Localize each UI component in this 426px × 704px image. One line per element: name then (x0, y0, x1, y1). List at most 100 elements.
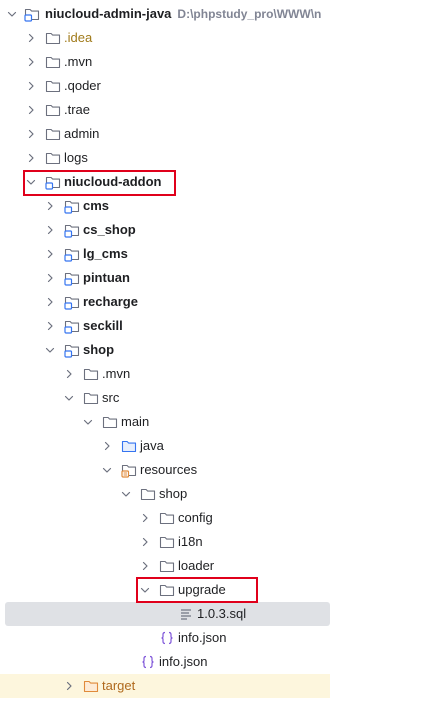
tree-item-root[interactable]: niucloud-admin-java D:\phpstudy_pro\WWW\n (0, 2, 330, 26)
source-folder-icon (121, 438, 137, 454)
module-folder-icon (64, 318, 80, 334)
chevron-down-icon[interactable] (5, 2, 19, 26)
tree-item-mvn[interactable]: .mvn (0, 50, 330, 74)
tree-item-label: java (140, 438, 164, 453)
chevron-right-icon[interactable] (24, 122, 38, 146)
tree-item-upgrade[interactable]: upgrade (0, 578, 330, 602)
chevron-right-icon[interactable] (43, 194, 57, 218)
tree-item-loader[interactable]: loader (0, 554, 330, 578)
tree-item-label: loader (178, 558, 215, 573)
chevron-down-icon[interactable] (119, 482, 133, 506)
chevron-right-icon[interactable] (43, 314, 57, 338)
json-file-icon (159, 630, 175, 646)
chevron-right-icon[interactable] (100, 434, 114, 458)
chevron-right-icon[interactable] (43, 218, 57, 242)
tree-item-res-shop[interactable]: shop (0, 482, 330, 506)
tree-item-lg-cms[interactable]: lg_cms (0, 242, 330, 266)
chevron-right-icon[interactable] (43, 290, 57, 314)
folder-icon (102, 414, 118, 430)
tree-item-config[interactable]: config (0, 506, 330, 530)
tree-item-label: pintuan (83, 270, 130, 285)
tree-item-label: src (102, 390, 120, 405)
chevron-right-icon[interactable] (138, 506, 152, 530)
chevron-right-icon[interactable] (43, 266, 57, 290)
module-folder-icon (45, 174, 61, 190)
tree-item-pintuan[interactable]: pintuan (0, 266, 330, 290)
chevron-right-icon[interactable] (24, 146, 38, 170)
tree-item-label: .trae (64, 102, 91, 117)
tree-item-label: .qoder (64, 78, 101, 93)
tree-item-main[interactable]: main (0, 410, 330, 434)
tree-item-cs-shop[interactable]: cs_shop (0, 218, 330, 242)
folder-icon (45, 78, 61, 94)
tree-item-trae[interactable]: .trae (0, 98, 330, 122)
chevron-right-icon[interactable] (24, 50, 38, 74)
chevron-down-icon[interactable] (100, 458, 114, 482)
module-folder-icon (64, 294, 80, 310)
chevron-right-icon[interactable] (24, 74, 38, 98)
tree-item-seckill[interactable]: seckill (0, 314, 330, 338)
tree-item-label: recharge (83, 294, 138, 309)
module-folder-icon (64, 222, 80, 238)
root-name: niucloud-admin-java (45, 6, 172, 21)
folder-icon (45, 150, 61, 166)
chevron-down-icon[interactable] (81, 410, 95, 434)
folder-icon (159, 534, 175, 550)
folder-icon (83, 366, 99, 382)
folder-icon (45, 102, 61, 118)
chevron-down-icon[interactable] (62, 386, 76, 410)
tree-item-resources[interactable]: resources (0, 458, 330, 482)
tree-item-qoder[interactable]: .qoder (0, 74, 330, 98)
chevron-down-icon[interactable] (138, 578, 152, 602)
chevron-down-icon[interactable] (43, 338, 57, 362)
chevron-right-icon[interactable] (138, 554, 152, 578)
folder-icon (45, 30, 61, 46)
chevron-down-icon[interactable] (24, 170, 38, 194)
tree-item-label: info.json (159, 654, 208, 669)
tree-item-label: .idea (64, 30, 93, 45)
tree-item-idea[interactable]: .idea (0, 26, 330, 50)
module-folder-icon (64, 198, 80, 214)
chevron-right-icon[interactable] (62, 674, 76, 698)
json-file-icon (140, 654, 156, 670)
tree-item-label: seckill (83, 318, 123, 333)
resources-folder-icon (121, 462, 137, 478)
tree-item-recharge[interactable]: recharge (0, 290, 330, 314)
tree-item-cms[interactable]: cms (0, 194, 330, 218)
tree-item-label: info.json (178, 630, 227, 645)
folder-icon (45, 54, 61, 70)
tree-item-label: main (121, 414, 150, 429)
tree-item-label: upgrade (178, 582, 226, 597)
tree-item-i18n[interactable]: i18n (0, 530, 330, 554)
tree-item-info-json-inner[interactable]: info.json (0, 626, 330, 650)
tree-item-admin[interactable]: admin (0, 122, 330, 146)
chevron-right-icon[interactable] (24, 26, 38, 50)
tree-item-java[interactable]: java (0, 434, 330, 458)
tree-item-shop[interactable]: shop (0, 338, 330, 362)
folder-icon (140, 486, 156, 502)
tree-item-info-json-outer[interactable]: info.json (0, 650, 330, 674)
chevron-right-icon[interactable] (62, 362, 76, 386)
tree-item-label: lg_cms (83, 246, 128, 261)
module-folder-icon (64, 246, 80, 262)
folder-icon (159, 582, 175, 598)
tree-item-label: niucloud-addon (64, 174, 162, 189)
module-folder-icon (64, 342, 80, 358)
folder-icon (45, 126, 61, 142)
chevron-right-icon[interactable] (43, 242, 57, 266)
tree-item-target[interactable]: target (0, 674, 330, 698)
chevron-right-icon[interactable] (24, 98, 38, 122)
tree-item-addon[interactable]: niucloud-addon (0, 170, 330, 194)
root-path: D:\phpstudy_pro\WWW\n (177, 7, 322, 21)
tree-item-src[interactable]: src (0, 386, 330, 410)
tree-item-sql-file[interactable]: 1.0.3.sql (5, 602, 330, 626)
tree-item-logs[interactable]: logs (0, 146, 330, 170)
tree-item-shop-mvn[interactable]: .mvn (0, 362, 330, 386)
module-folder-icon (64, 270, 80, 286)
tree-item-label: cms (83, 198, 110, 213)
tree-item-label: target (102, 678, 136, 693)
project-tree: niucloud-admin-java D:\phpstudy_pro\WWW\n… (0, 0, 330, 704)
tree-item-label: .mvn (64, 54, 93, 69)
chevron-right-icon[interactable] (138, 530, 152, 554)
folder-icon (159, 558, 175, 574)
